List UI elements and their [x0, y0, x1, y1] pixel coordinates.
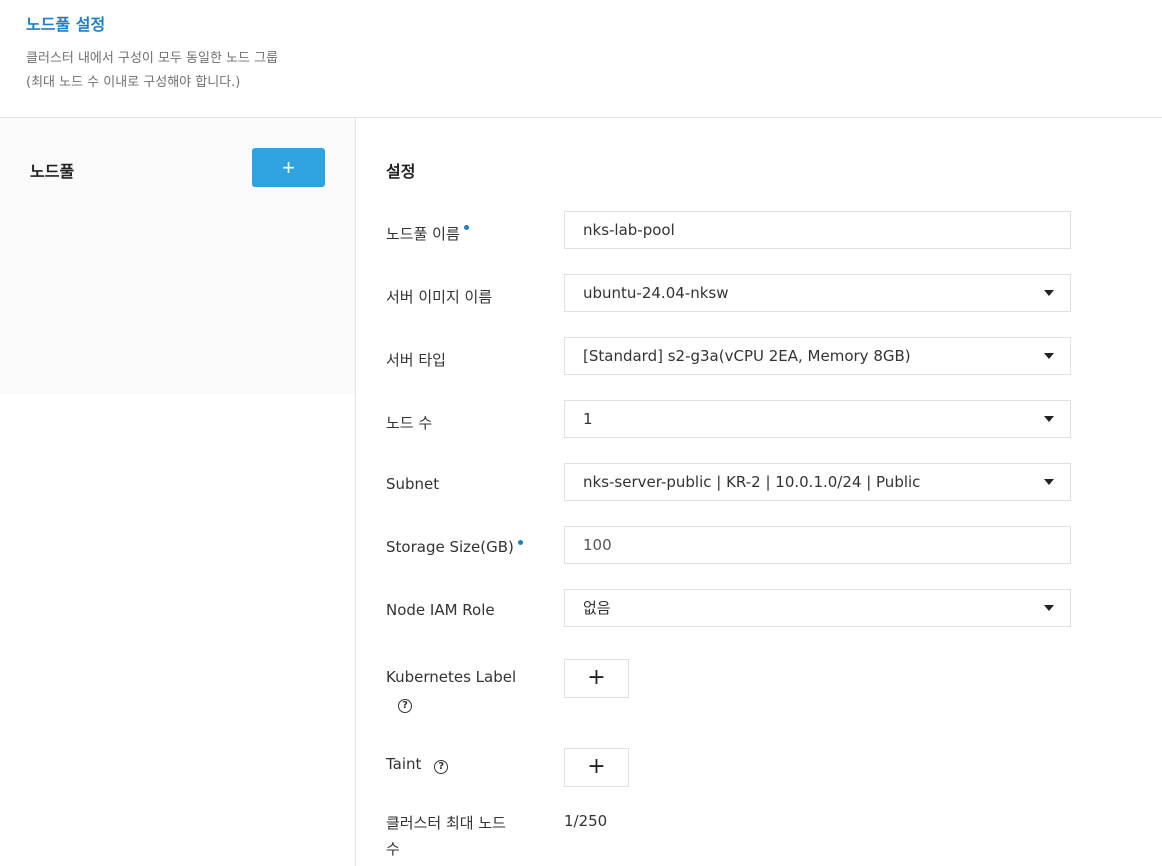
- nodepool-name-label: 노드풀 이름: [386, 223, 469, 244]
- taint-label-text: Taint: [386, 755, 422, 773]
- cluster-max-nodes-label: 클러스터 최대 노드 수: [386, 810, 506, 862]
- server-type-label: 서버 타입: [386, 351, 446, 369]
- desc-line-2: (최대 노드 수 이내로 구성해야 합니다.): [26, 75, 241, 90]
- node-count-select[interactable]: 1: [564, 400, 1071, 438]
- required-indicator-icon: [517, 540, 523, 545]
- chevron-down-icon: [1044, 290, 1054, 296]
- add-kubernetes-label-button[interactable]: +: [564, 659, 629, 698]
- page-header: 노드풀 설정 클러스터 내에서 구성이 모두 동일한 노드 그룹 (최대 노드 …: [0, 0, 1162, 118]
- node-iam-role-select[interactable]: 없음: [564, 589, 1071, 627]
- node-iam-role-value: 없음: [583, 599, 611, 617]
- storage-size-label-text: Storage Size(GB): [386, 538, 514, 556]
- help-icon[interactable]: ?: [434, 760, 449, 774]
- storage-size-label: Storage Size(GB): [386, 538, 523, 556]
- subnet-label: Subnet: [386, 475, 440, 493]
- storage-size-input[interactable]: 100: [564, 526, 1071, 564]
- node-iam-role-label: Node IAM Role: [386, 601, 495, 619]
- node-count-label: 노드 수: [386, 414, 433, 432]
- cluster-max-nodes-label-line1: 클러스터 최대 노드: [386, 814, 506, 832]
- server-image-select[interactable]: ubuntu-24.04-nksw: [564, 274, 1071, 312]
- chevron-down-icon: [1044, 605, 1054, 611]
- nodepool-list-panel: 노드풀 +: [0, 118, 355, 866]
- cluster-max-nodes-value: 1/250: [564, 812, 608, 830]
- nodepool-name-label-text: 노드풀 이름: [386, 225, 460, 243]
- nodepool-name-input[interactable]: nks-lab-pool: [564, 211, 1071, 249]
- panel-divider: [355, 118, 356, 866]
- server-image-label: 서버 이미지 이름: [386, 288, 493, 306]
- kubernetes-label-label: Kubernetes Label ?: [386, 664, 516, 716]
- subnet-value: nks-server-public | KR-2 | 10.0.1.0/24 |…: [583, 473, 921, 491]
- subnet-select[interactable]: nks-server-public | KR-2 | 10.0.1.0/24 |…: [564, 463, 1071, 501]
- server-type-select[interactable]: [Standard] s2-g3a(vCPU 2EA, Memory 8GB): [564, 337, 1071, 375]
- chevron-down-icon: [1044, 479, 1054, 485]
- help-icon[interactable]: ?: [398, 699, 412, 713]
- settings-title: 설정: [386, 162, 416, 181]
- page-title: 노드풀 설정: [26, 15, 106, 34]
- server-image-value: ubuntu-24.04-nksw: [583, 284, 729, 302]
- page-description: 클러스터 내에서 구성이 모두 동일한 노드 그룹 (최대 노드 수 이내로 구…: [26, 47, 278, 95]
- cluster-max-nodes-label-line2: 수: [386, 840, 400, 858]
- node-count-value: 1: [583, 410, 593, 428]
- required-indicator-icon: [463, 225, 469, 230]
- kubernetes-label-text: Kubernetes Label: [386, 668, 517, 686]
- chevron-down-icon: [1044, 353, 1054, 359]
- storage-size-value: 100: [583, 536, 612, 554]
- desc-line-1: 클러스터 내에서 구성이 모두 동일한 노드 그룹: [26, 51, 279, 66]
- add-nodepool-button[interactable]: +: [252, 148, 325, 187]
- add-taint-button[interactable]: +: [564, 748, 629, 787]
- server-type-value: [Standard] s2-g3a(vCPU 2EA, Memory 8GB): [583, 347, 911, 365]
- nodepool-name-value: nks-lab-pool: [583, 221, 675, 239]
- taint-label: Taint ?: [386, 755, 449, 774]
- chevron-down-icon: [1044, 416, 1054, 422]
- nodepool-list-label: 노드풀: [30, 162, 75, 181]
